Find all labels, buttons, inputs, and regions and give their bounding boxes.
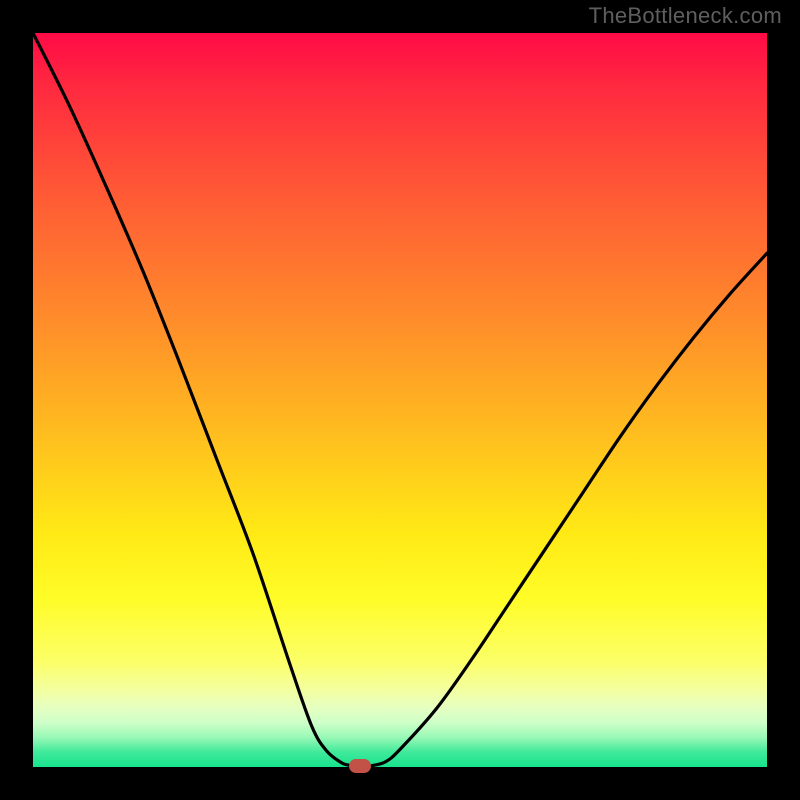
optimal-point-marker xyxy=(349,759,371,773)
chart-frame: TheBottleneck.com xyxy=(0,0,800,800)
bottleneck-curve xyxy=(33,33,767,767)
plot-area xyxy=(33,33,767,767)
watermark-text: TheBottleneck.com xyxy=(589,3,782,29)
